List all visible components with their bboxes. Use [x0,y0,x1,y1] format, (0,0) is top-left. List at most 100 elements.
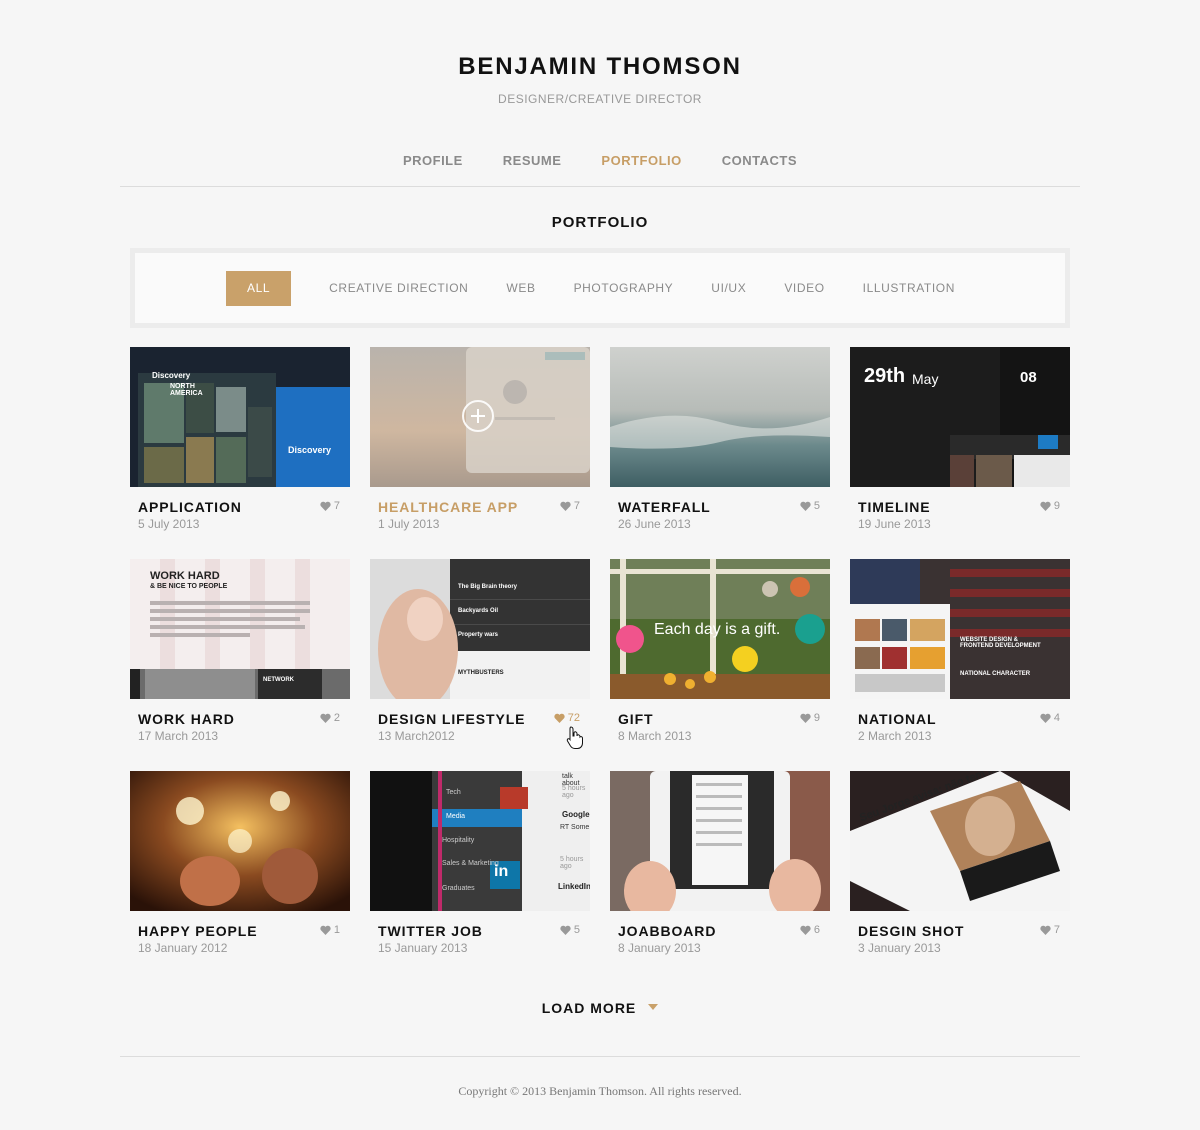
thumb-waterfall [610,347,830,487]
caret-down-icon [648,1004,659,1011]
thumb-happy-people [130,771,350,911]
thumb-timeline: 29th May 08 [850,347,1070,487]
card-title: DESGIN SHOT [858,923,965,939]
likes-count: 72 [567,712,580,724]
filter-video[interactable]: VIDEO [784,271,824,306]
filter-photography[interactable]: PHOTOGRAPHY [574,271,674,306]
thumb-twitter-right: 5 hours ago [562,785,586,799]
card-title: JOABBOARD [618,923,717,939]
likes-counter[interactable]: 2 [320,712,340,724]
card-title: DESIGN LIFESTYLE [378,711,526,727]
portfolio-card-application[interactable]: Discovery NORTH AMERICA Discovery APPLIC… [130,347,350,537]
thumb-twitter-right: 5 hours ago [560,856,584,870]
card-title: APPLICATION [138,499,242,515]
load-more-button[interactable]: LOAD MORE [0,1000,1200,1016]
likes-counter[interactable]: 7 [560,500,580,512]
filter-bar: ALL CREATIVE DIRECTION WEB PHOTOGRAPHY U… [130,248,1070,328]
copyright-text: Copyright © 2013 Benjamin Thomson. All r… [458,1084,742,1098]
filter-bar-inner: ALL CREATIVE DIRECTION WEB PHOTOGRAPHY U… [135,253,1065,323]
thumb-design-lifestyle: The Big Brain theory Backyards Oil Prope… [370,559,590,699]
site-owner-name: BENJAMIN THOMSON [458,53,742,80]
plus-circle-icon[interactable] [462,400,494,432]
filter-web[interactable]: WEB [506,271,535,306]
thumb-national-text: WEBSITE DESIGN & FRONTEND DEVELOPMENT [960,637,1041,649]
card-date: 26 June 2013 [618,517,691,531]
thumb-twitter-right: Google [562,810,590,819]
portfolio-card-gift[interactable]: Each day is a gift. GIFT 8 March 2013 9 [610,559,830,749]
likes-counter[interactable]: 72 [554,712,580,724]
heart-icon [800,501,811,511]
portfolio-card-waterfall[interactable]: WATERFALL 26 June 2013 5 [610,347,830,537]
thumb-healthcare-app [370,347,590,487]
likes-count: 7 [1053,924,1060,936]
thumb-twitter-item: Tech [446,789,461,796]
heart-icon [320,925,331,935]
portfolio-card-work-hard[interactable]: WORK HARD & BE NICE TO PEOPLE NETWORK WO… [130,559,350,749]
likes-counter[interactable]: 7 [1040,924,1060,936]
portfolio-card-healthcare-app[interactable]: HEALTHCARE APP 1 July 2013 7 [370,347,590,537]
thumb-timeline-month: May [912,371,939,387]
thumb-twitter-item: Graduates [442,885,475,892]
linkedin-icon: in [494,863,509,880]
portfolio-card-desgin-shot[interactable]: Seu Jorge avisa: não tem hora pra DESGIN… [850,771,1070,961]
thumb-twitter-right: RT Some [560,824,590,831]
likes-counter[interactable]: 9 [1040,500,1060,512]
card-title: GIFT [618,711,654,727]
filter-ui-ux[interactable]: UI/UX [711,271,746,306]
load-more-label: LOAD MORE [541,1000,637,1016]
thumb-application-sub: NORTH AMERICA [170,383,203,397]
portfolio-card-timeline[interactable]: 29th May 08 TIMELINE 19 June 2013 9 [850,347,1070,537]
thumb-lifestyle-item: The Big Brain theory [458,584,518,590]
likes-count: 5 [573,924,580,936]
likes-count: 6 [813,924,820,936]
thumb-twitter-item: Hospitality [442,837,475,844]
card-date: 17 March 2013 [138,729,219,743]
thumb-twitter-job: Tech Media Hospitality Sales & Marketing… [370,771,590,911]
card-date: 8 January 2013 [618,941,701,955]
likes-counter[interactable]: 1 [320,924,340,936]
likes-counter[interactable]: 5 [800,500,820,512]
filter-illustration[interactable]: ILLUSTRATION [863,271,955,306]
card-title: HEALTHCARE APP [378,499,519,515]
likes-count: 7 [573,500,580,512]
card-date: 18 January 2012 [138,941,228,955]
heart-icon [320,713,331,723]
card-date: 19 June 2013 [858,517,931,531]
likes-count: 9 [813,712,820,724]
thumb-desgin-shot: Seu Jorge avisa: não tem hora pra [850,771,1070,911]
heart-icon [554,713,565,723]
thumb-application-brand-2: Discovery [288,445,332,455]
likes-counter[interactable]: 5 [560,924,580,936]
thumb-gift: Each day is a gift. [610,559,830,699]
thumb-lifestyle-item: Property wars [458,632,499,638]
portfolio-card-joabboard[interactable]: JOABBOARD 8 January 2013 6 [610,771,830,961]
likes-counter[interactable]: 4 [1040,712,1060,724]
card-date: 8 March 2013 [618,729,692,743]
nav-item-resume[interactable]: RESUME [503,153,562,168]
card-title: WORK HARD [138,711,235,727]
site-owner-role: DESIGNER/CREATIVE DIRECTOR [498,92,702,106]
likes-counter[interactable]: 7 [320,500,340,512]
likes-counter[interactable]: 6 [800,924,820,936]
heart-icon [1040,713,1051,723]
likes-counter[interactable]: 9 [800,712,820,724]
thumb-lifestyle-item: MYTHBUSTERS [458,670,504,676]
card-date: 2 March 2013 [858,729,932,743]
nav-item-profile[interactable]: PROFILE [403,153,463,168]
card-date: 3 January 2013 [858,941,941,955]
card-title: TWITTER JOB [378,923,483,939]
nav-item-portfolio[interactable]: PORTFOLIO [601,153,681,168]
card-title: NATIONAL [858,711,937,727]
thumb-joabboard [610,771,830,911]
nav-item-contacts[interactable]: CONTACTS [722,153,797,168]
filter-all[interactable]: ALL [226,270,292,306]
card-date: 5 July 2013 [138,517,200,531]
filter-creative-direction[interactable]: CREATIVE DIRECTION [329,271,468,306]
portfolio-card-design-lifestyle[interactable]: The Big Brain theory Backyards Oil Prope… [370,559,590,749]
card-title: HAPPY PEOPLE [138,923,258,939]
thumb-twitter-right: LinkedIn [558,882,590,891]
main-nav: PROFILE RESUME PORTFOLIO CONTACTS [0,153,1200,168]
portfolio-card-twitter-job[interactable]: Tech Media Hospitality Sales & Marketing… [370,771,590,961]
portfolio-card-national[interactable]: WEBSITE DESIGN & FRONTEND DEVELOPMENT NA… [850,559,1070,749]
portfolio-card-happy-people[interactable]: HAPPY PEOPLE 18 January 2012 1 [130,771,350,961]
